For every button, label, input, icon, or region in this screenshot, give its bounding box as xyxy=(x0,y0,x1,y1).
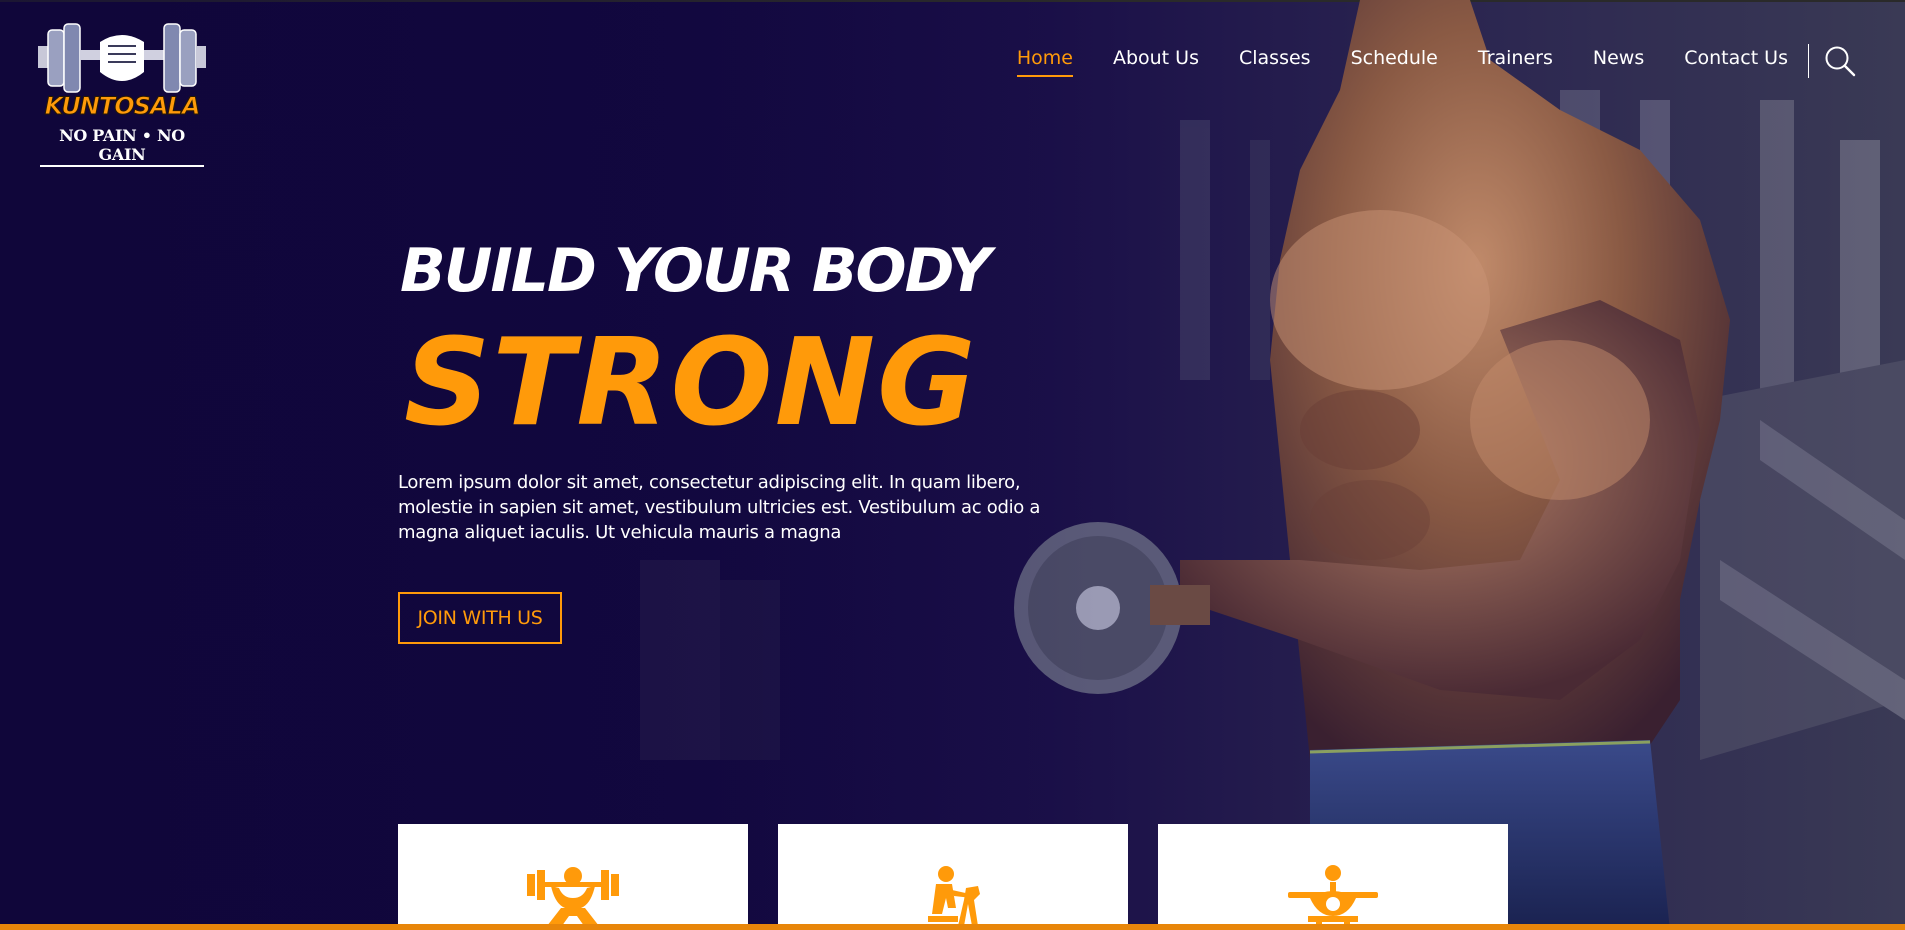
brand-tagline: NO PAIN • NO GAIN xyxy=(40,126,204,167)
nav-contact-us[interactable]: Contact Us xyxy=(1684,47,1788,75)
join-button[interactable]: JOIN WITH US xyxy=(398,592,562,644)
hero-headline-accent: STRONG xyxy=(404,314,978,453)
hero-headline: BUILD YOUR BODY xyxy=(400,236,991,306)
hero-description: Lorem ipsum dolor sit amet, consectetur … xyxy=(398,472,1041,543)
search-icon[interactable] xyxy=(1823,44,1857,78)
feature-card-bench-press[interactable] xyxy=(1158,824,1508,930)
hero-background-image xyxy=(0,0,1905,930)
nav-news[interactable]: News xyxy=(1593,47,1644,75)
nav-home[interactable]: Home xyxy=(1016,47,1074,77)
feature-card-weightlifting[interactable] xyxy=(398,824,748,930)
nav-about-us[interactable]: About Us xyxy=(1113,47,1199,75)
brand-name: KUNTOSALA xyxy=(44,92,201,121)
bench-press-icon xyxy=(1288,865,1378,930)
trainer-icon xyxy=(928,866,980,926)
dumbbell-fist-icon xyxy=(38,23,206,93)
bottom-accent-bar xyxy=(0,924,1905,930)
nav-divider xyxy=(1808,44,1809,78)
weightlifting-icon xyxy=(527,867,619,930)
main-nav: Home About Us Classes Schedule Trainers … xyxy=(1016,44,1905,78)
nav-trainers[interactable]: Trainers xyxy=(1478,47,1553,75)
feature-card-trainer[interactable] xyxy=(778,824,1128,930)
hero-section: KUNTOSALA NO PAIN • NO GAIN Home About U… xyxy=(0,0,1905,930)
nav-classes[interactable]: Classes xyxy=(1239,47,1311,75)
site-logo[interactable]: KUNTOSALA NO PAIN • NO GAIN xyxy=(38,20,206,167)
feature-cards xyxy=(398,824,1538,930)
nav-schedule[interactable]: Schedule xyxy=(1351,47,1438,75)
